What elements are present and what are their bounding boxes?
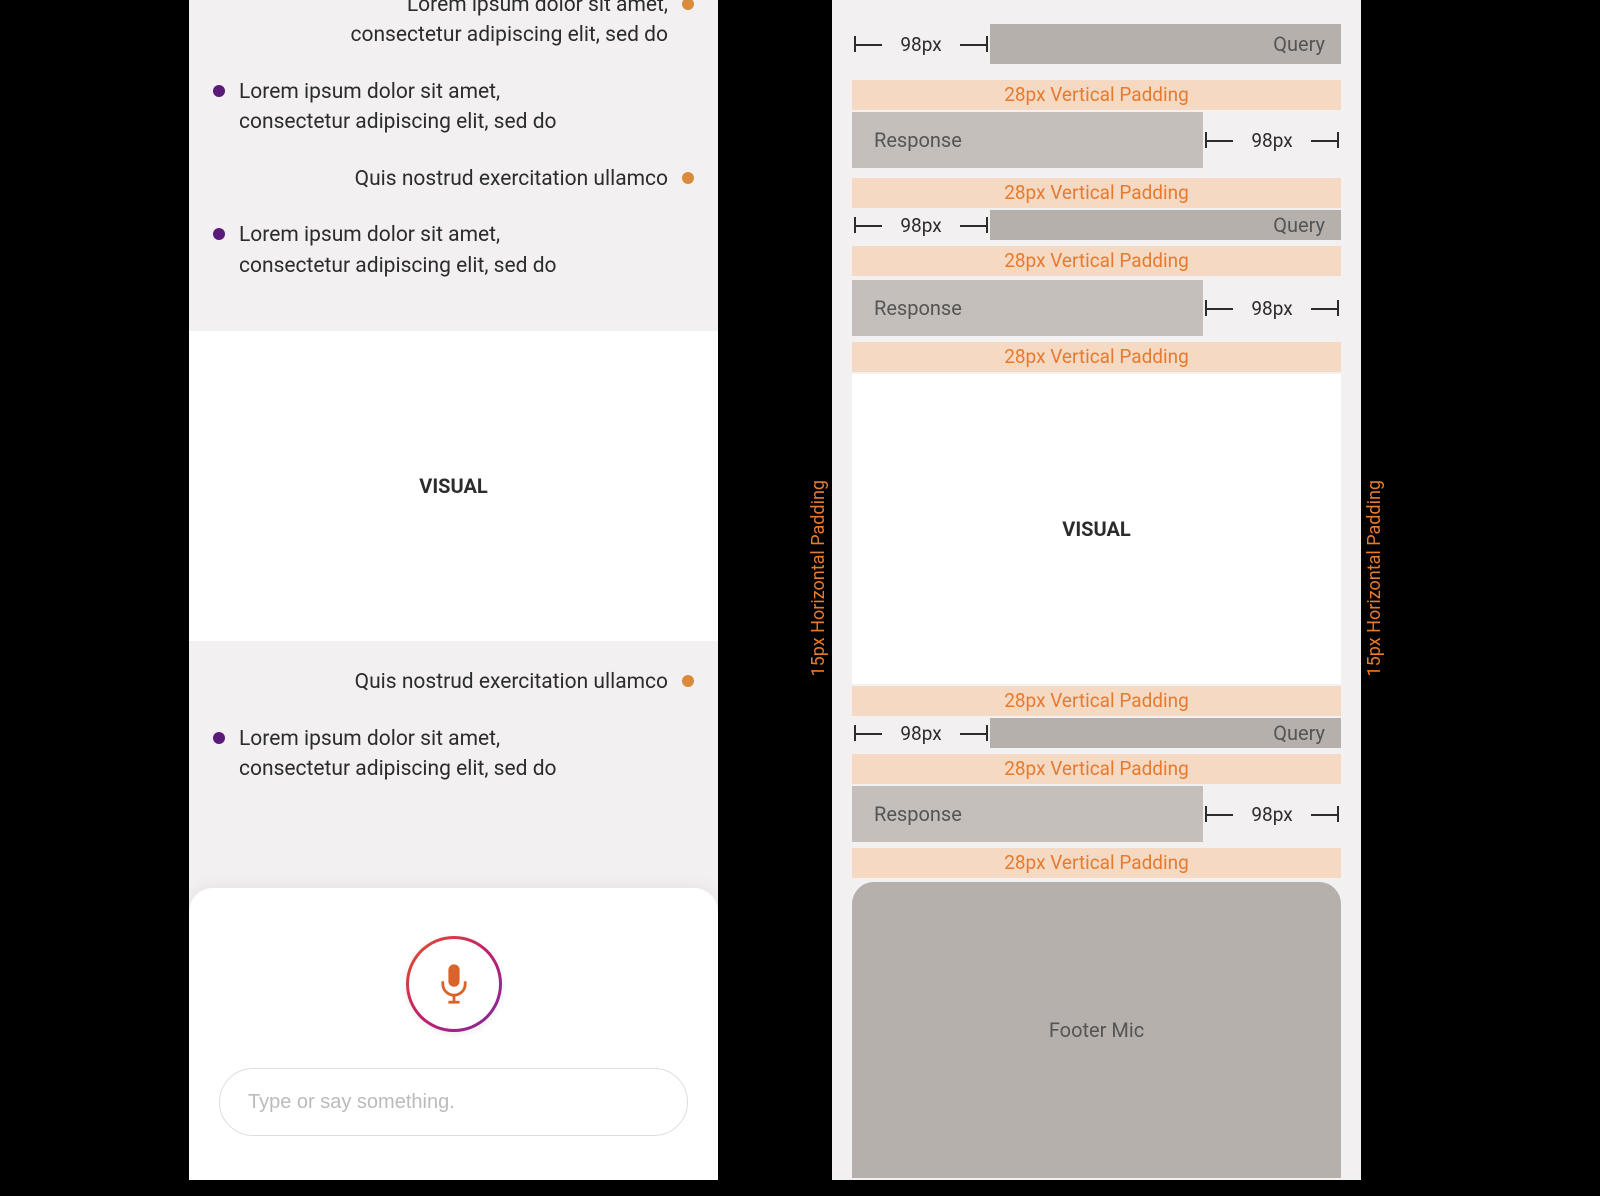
footer-mic-box: Footer Mic	[852, 882, 1341, 1178]
gap-measure: 98px	[1203, 786, 1341, 842]
vertical-padding-band: 28px Vertical Padding	[852, 80, 1341, 110]
vertical-padding-band: 28px Vertical Padding	[852, 246, 1341, 276]
query-box: Query	[990, 718, 1341, 748]
conversation-upper: Lorem ipsum dolor sit amet, consectetur …	[189, 0, 718, 281]
mic-icon	[437, 963, 471, 1005]
message-query: Quis nostrud exercitation ullamco	[189, 138, 718, 194]
query-dot-icon	[682, 0, 694, 10]
horizontal-padding-label-left: 15px Horizontal Padding	[808, 480, 829, 676]
message-text: Lorem ipsum dolor sit amet, consectetur …	[239, 220, 579, 281]
mic-button[interactable]	[406, 936, 502, 1032]
message-text: Lorem ipsum dolor sit amet, consectetur …	[328, 0, 668, 51]
vertical-padding-band: 28px Vertical Padding	[852, 178, 1341, 208]
vertical-padding-band: 28px Vertical Padding	[852, 686, 1341, 716]
horizontal-padding-label-right: 15px Horizontal Padding	[1364, 480, 1385, 676]
spec-query-row: 98px Query	[852, 210, 1341, 240]
gap-measure: 98px	[1203, 112, 1341, 168]
message-text: Quis nostrud exercitation ullamco	[355, 667, 668, 697]
message-query: Quis nostrud exercitation ullamco	[189, 641, 718, 697]
vertical-padding-band: 28px Vertical Padding	[852, 342, 1341, 372]
message-text: Lorem ipsum dolor sit amet, consectetur …	[239, 724, 579, 785]
response-box: Response	[852, 786, 1203, 842]
message-text: Lorem ipsum dolor sit amet, consectetur …	[239, 77, 579, 138]
visual-label: VISUAL	[1062, 517, 1130, 541]
footer-mic-panel	[189, 888, 718, 1180]
spec-response-row: Response 98px	[852, 280, 1341, 336]
gap-measure: 98px	[852, 24, 990, 64]
response-dot-icon	[213, 85, 225, 97]
query-dot-icon	[682, 675, 694, 687]
response-box: Response	[852, 112, 1203, 168]
gap-measure: 98px	[852, 718, 990, 748]
message-text: Quis nostrud exercitation ullamco	[355, 164, 668, 194]
footer-mic-label: Footer Mic	[1049, 1018, 1144, 1042]
spec-response-row: Response 98px	[852, 786, 1341, 842]
message-response: Lorem ipsum dolor sit amet, consectetur …	[189, 51, 718, 138]
message-response: Lorem ipsum dolor sit amet, consectetur …	[189, 698, 718, 785]
phone-mockup-rendered: Lorem ipsum dolor sit amet, consectetur …	[189, 0, 718, 1180]
response-box: Response	[852, 280, 1203, 336]
text-input[interactable]	[219, 1068, 688, 1136]
phone-mockup-spec: 15px Horizontal Padding 15px Horizontal …	[832, 0, 1361, 1180]
response-dot-icon	[213, 732, 225, 744]
visual-label: VISUAL	[419, 474, 487, 498]
query-box: Query	[990, 210, 1341, 240]
query-dot-icon	[682, 172, 694, 184]
visual-card-spec: VISUAL	[852, 374, 1341, 684]
spec-query-row: 98px Query	[852, 24, 1341, 64]
gap-measure: 98px	[1203, 280, 1341, 336]
visual-card: VISUAL	[189, 331, 718, 641]
vertical-padding-band: 28px Vertical Padding	[852, 754, 1341, 784]
gap-measure: 98px	[852, 210, 990, 240]
message-response: Lorem ipsum dolor sit amet, consectetur …	[189, 194, 718, 281]
query-box: Query	[990, 24, 1341, 64]
message-query: Lorem ipsum dolor sit amet, consectetur …	[189, 0, 718, 51]
spec-response-row: Response 98px	[852, 112, 1341, 168]
spec-query-row: 98px Query	[852, 718, 1341, 748]
response-dot-icon	[213, 228, 225, 240]
conversation-lower: Quis nostrud exercitation ullamco Lorem …	[189, 641, 718, 784]
vertical-padding-band: 28px Vertical Padding	[852, 848, 1341, 878]
